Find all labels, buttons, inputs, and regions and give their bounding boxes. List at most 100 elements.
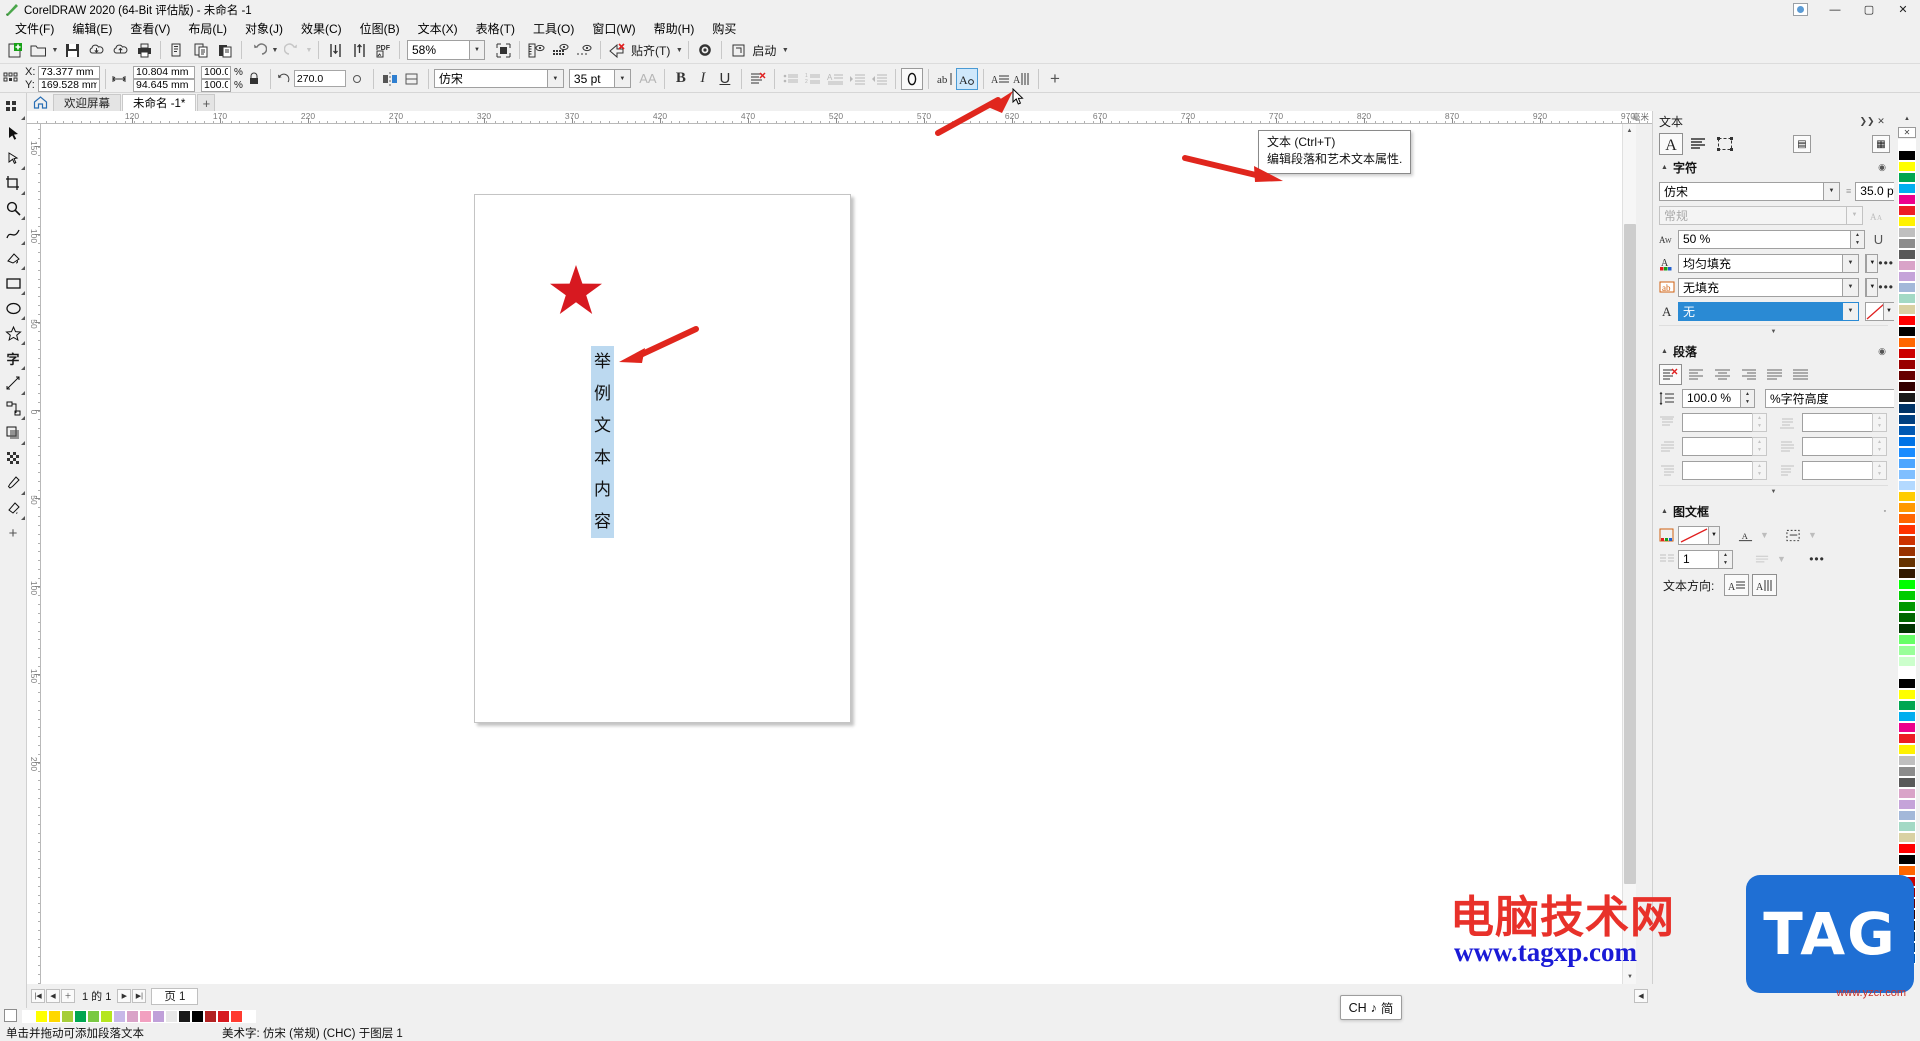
palette-swatch[interactable] bbox=[1898, 183, 1916, 194]
outline-more-options-icon[interactable]: ••• bbox=[1878, 280, 1894, 294]
tool-smart-fill-icon[interactable] bbox=[1, 246, 25, 270]
status-color-swatch[interactable] bbox=[87, 1009, 100, 1023]
status-color-swatch[interactable] bbox=[165, 1009, 178, 1023]
numbered-list-icon[interactable]: 12 bbox=[802, 68, 824, 90]
tool-transparency-icon[interactable] bbox=[1, 446, 25, 470]
palette-swatch[interactable] bbox=[1898, 326, 1916, 337]
frame-fill-swatch[interactable]: ▼ bbox=[1678, 525, 1720, 545]
mirror-vertical-icon[interactable] bbox=[401, 68, 423, 90]
char-width-down-icon[interactable]: ▼ bbox=[1851, 239, 1864, 248]
palette-swatch[interactable] bbox=[1898, 249, 1916, 260]
palette-swatch[interactable] bbox=[1898, 348, 1916, 359]
status-color-swatch[interactable] bbox=[243, 1009, 256, 1023]
outline-type-dropdown-arrow-icon[interactable]: ▼ bbox=[1842, 277, 1859, 297]
palette-swatch[interactable] bbox=[1898, 315, 1916, 326]
status-color-swatch[interactable] bbox=[61, 1009, 74, 1023]
status-color-swatch[interactable] bbox=[126, 1009, 139, 1023]
align-center-icon[interactable] bbox=[1711, 364, 1734, 385]
menu-edit[interactable]: 编辑(E) bbox=[63, 19, 121, 38]
fill-type-dropdown-arrow-icon[interactable]: ▼ bbox=[1842, 253, 1859, 273]
options-gear-icon[interactable] bbox=[693, 38, 717, 62]
show-rulers-icon[interactable] bbox=[524, 38, 548, 62]
menu-effects[interactable]: 效果(C) bbox=[292, 19, 351, 38]
docker-collapse-icon[interactable]: ❯❯ bbox=[1859, 114, 1874, 128]
vertical-artistic-text[interactable]: 举 例 文 本 内 容 bbox=[591, 346, 614, 538]
tool-freehand-icon[interactable] bbox=[1, 221, 25, 245]
indent-increase-icon[interactable] bbox=[846, 68, 868, 90]
tool-ellipse-icon[interactable] bbox=[1, 296, 25, 320]
show-guides-icon[interactable] bbox=[572, 38, 596, 62]
launch-icon[interactable] bbox=[726, 38, 750, 62]
vertical-ruler[interactable]: 150 100 50 0 50 100 150 200 bbox=[27, 124, 41, 984]
frame-align-dropdown-arrow-icon[interactable]: ▼ bbox=[1757, 528, 1772, 543]
text-char-4[interactable]: 本 bbox=[591, 442, 614, 474]
tool-text-icon[interactable]: 字 bbox=[1, 346, 25, 370]
palette-swatch[interactable] bbox=[1898, 150, 1916, 161]
space-after-up-icon[interactable]: ▲ bbox=[1873, 414, 1886, 423]
paragraph-mode-icon[interactable] bbox=[1686, 133, 1710, 155]
drop-cap-icon[interactable]: A bbox=[824, 68, 846, 90]
palette-swatch[interactable] bbox=[1898, 854, 1916, 865]
frame-mode-icon[interactable] bbox=[1713, 133, 1737, 155]
palette-swatch[interactable] bbox=[1898, 766, 1916, 777]
height-input[interactable] bbox=[133, 78, 195, 92]
background-color-dropdown-arrow-icon[interactable]: ▼ bbox=[1883, 302, 1894, 320]
palette-swatch[interactable] bbox=[1898, 359, 1916, 370]
palette-swatch[interactable] bbox=[1898, 821, 1916, 832]
palette-swatch[interactable] bbox=[1898, 700, 1916, 711]
menu-bitmap[interactable]: 位图(B) bbox=[351, 19, 409, 38]
font-list-icon[interactable]: ≡ bbox=[1846, 184, 1851, 199]
underline-style-icon[interactable]: U bbox=[1871, 232, 1886, 247]
tool-add-icon[interactable]: + bbox=[1, 521, 25, 545]
palette-swatch[interactable] bbox=[1898, 403, 1916, 414]
character-section-options-icon[interactable]: ◉ bbox=[1878, 162, 1886, 173]
space-before-spin[interactable]: ▲ ▼ bbox=[1682, 412, 1767, 432]
align-left-icon[interactable] bbox=[1685, 364, 1708, 385]
show-grid-icon[interactable] bbox=[548, 38, 572, 62]
palette-swatch[interactable] bbox=[1898, 810, 1916, 821]
frame-fill-dropdown-arrow-icon[interactable]: ▼ bbox=[1708, 526, 1719, 544]
palette-swatch[interactable] bbox=[1898, 623, 1916, 634]
palette-swatch[interactable] bbox=[1898, 711, 1916, 722]
palette-no-color-swatch[interactable]: ✕ bbox=[1898, 127, 1916, 138]
palette-swatch[interactable] bbox=[1898, 194, 1916, 205]
docker-font-style-input[interactable] bbox=[1659, 205, 1846, 225]
palette-swatch[interactable] bbox=[1898, 832, 1916, 843]
frame-more-options-icon[interactable]: ••• bbox=[1807, 552, 1827, 566]
indent-first-input[interactable] bbox=[1682, 436, 1752, 456]
palette-swatch[interactable] bbox=[1898, 689, 1916, 700]
palette-swatch[interactable] bbox=[1898, 799, 1916, 810]
fill-type-combo[interactable]: ▼ bbox=[1678, 253, 1859, 273]
zoom-level-combo[interactable]: ▼ bbox=[407, 40, 485, 60]
palette-swatch[interactable] bbox=[1898, 491, 1916, 502]
palette-swatch[interactable] bbox=[1898, 612, 1916, 623]
line-spacing-spin[interactable]: ▲▼ bbox=[1682, 388, 1755, 408]
space-before-input[interactable] bbox=[1682, 412, 1752, 432]
align-right-icon[interactable] bbox=[1737, 364, 1760, 385]
palette-swatch[interactable] bbox=[1898, 447, 1916, 458]
palette-swatch[interactable] bbox=[1898, 744, 1916, 755]
section-header-character[interactable]: ▲ 字符 ◉ bbox=[1653, 157, 1894, 178]
palette-swatch[interactable] bbox=[1898, 458, 1916, 469]
docker-font-style-dropdown-arrow-icon[interactable]: ▼ bbox=[1846, 205, 1863, 225]
palette-swatch[interactable] bbox=[1898, 238, 1916, 249]
menu-layout[interactable]: 布局(L) bbox=[179, 19, 236, 38]
last-page-icon[interactable]: ▶| bbox=[132, 989, 147, 1003]
palette-swatch[interactable] bbox=[1898, 568, 1916, 579]
mirror-horizontal-icon[interactable] bbox=[379, 68, 401, 90]
y-position-input[interactable] bbox=[38, 78, 100, 92]
first-page-icon[interactable]: |◀ bbox=[31, 989, 45, 1003]
zoom-level-input[interactable] bbox=[407, 40, 469, 60]
indent-right-spin[interactable]: ▲ ▼ bbox=[1802, 436, 1887, 456]
palette-swatch[interactable] bbox=[1898, 172, 1916, 183]
launch-dropdown-arrow-icon[interactable]: ▼ bbox=[780, 38, 790, 62]
space-after-input[interactable] bbox=[1802, 412, 1872, 432]
scale-v-input[interactable] bbox=[201, 78, 231, 92]
tool-shadow-icon[interactable] bbox=[1, 421, 25, 445]
character-collapse-arrow-icon[interactable]: ▲ bbox=[1661, 164, 1673, 171]
vertical-direction-icon[interactable]: A bbox=[1752, 574, 1778, 596]
palette-swatch[interactable] bbox=[1898, 337, 1916, 348]
status-color-swatch[interactable] bbox=[204, 1009, 217, 1023]
status-color-swatch[interactable] bbox=[48, 1009, 61, 1023]
text-char-5[interactable]: 内 bbox=[591, 474, 614, 506]
